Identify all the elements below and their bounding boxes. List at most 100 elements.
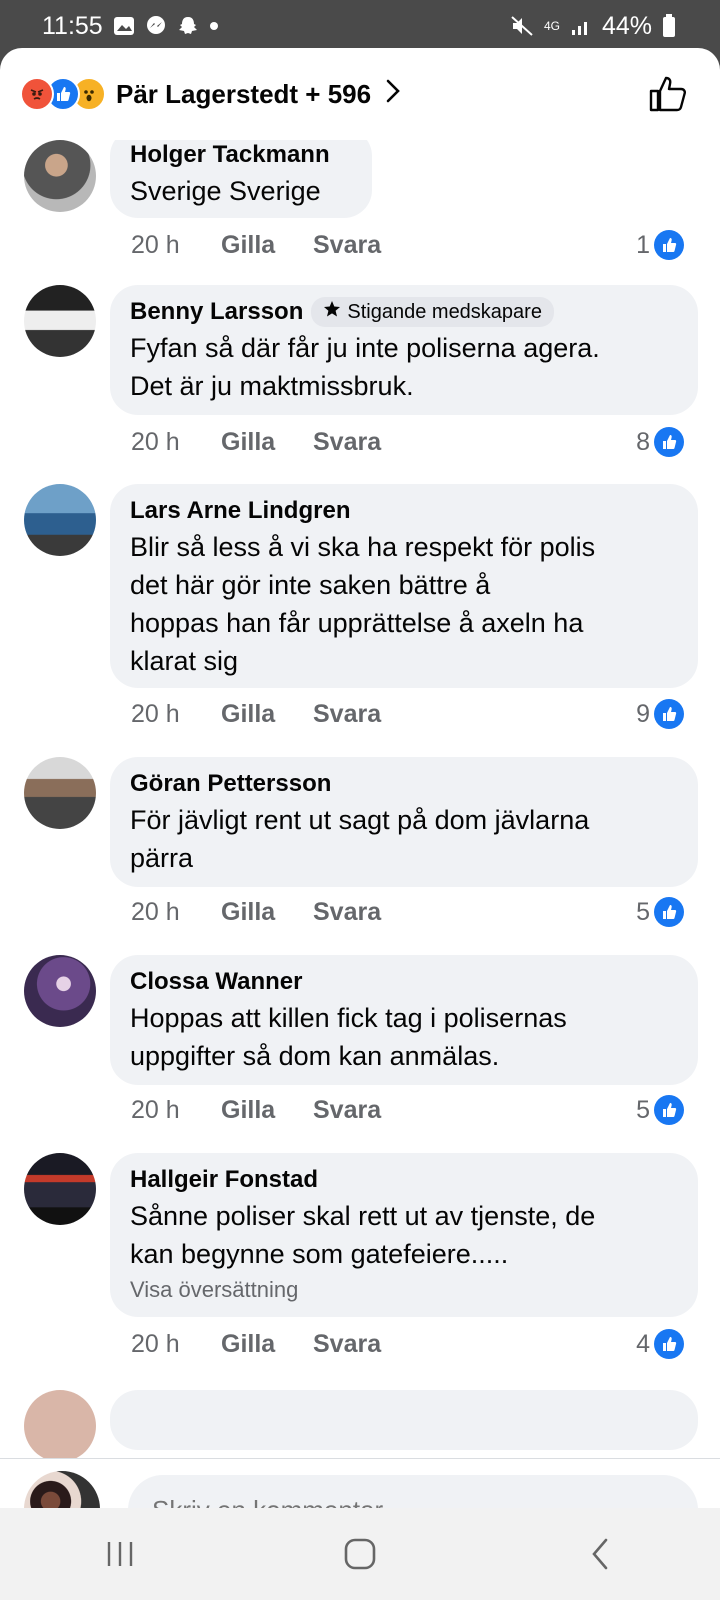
messenger-icon <box>145 15 167 37</box>
angry-reaction-icon <box>20 77 54 111</box>
comment-text: Hoppas att killen fick tag i polisernas … <box>130 999 678 1075</box>
comment-line: Sverige Sverige <box>130 176 321 206</box>
like-button[interactable]: Gilla <box>221 231 313 260</box>
chevron-right-icon <box>385 78 401 111</box>
comment-bubble[interactable]: Göran Pettersson För jävligt rent ut sag… <box>110 757 698 887</box>
reply-button[interactable]: Svara <box>313 898 381 927</box>
comment-item: Benny Larsson Stigande medskapare Fyfan … <box>0 285 720 465</box>
avatar[interactable] <box>24 757 96 829</box>
like-count-value: 4 <box>636 1329 650 1358</box>
snapchat-icon <box>177 15 199 37</box>
like-icon <box>654 1329 684 1359</box>
reply-button[interactable]: Svara <box>313 1096 381 1125</box>
comments-sheet: Pär Lagerstedt + 596 Holger Tackmann Sve… <box>0 48 720 1508</box>
author-name[interactable]: Hallgeir Fonstad <box>130 1163 318 1197</box>
like-count[interactable]: 4 <box>636 1329 684 1359</box>
status-bar: 11:55 4G 44% <box>0 0 720 52</box>
comment-text: Blir så less å vi ska ha respekt för pol… <box>130 528 678 680</box>
reply-button[interactable]: Svara <box>313 1330 381 1359</box>
reply-button[interactable]: Svara <box>313 700 381 729</box>
comment-time: 20 h <box>131 897 180 926</box>
reply-button[interactable]: Svara <box>313 231 381 260</box>
like-icon <box>654 427 684 457</box>
comment-bubble[interactable]: Hallgeir Fonstad Sånne poliser skal rett… <box>110 1153 698 1317</box>
like-count[interactable]: 8 <box>636 427 684 457</box>
comment-author[interactable]: Clossa Wanner <box>130 965 678 999</box>
like-count[interactable]: 5 <box>636 1095 684 1125</box>
comment-line: hoppas han får upprättelse å axeln ha <box>130 608 584 638</box>
like-button[interactable]: Gilla <box>221 1096 313 1125</box>
like-button[interactable]: Gilla <box>221 898 313 927</box>
reaction-summary[interactable] <box>20 77 106 111</box>
user-avatar[interactable] <box>24 1471 100 1508</box>
like-count[interactable]: 5 <box>636 897 684 927</box>
system-navigation-bar <box>0 1508 720 1600</box>
reactions-header: Pär Lagerstedt + 596 <box>0 48 720 140</box>
comment-line: Hoppas att killen fick tag i polisernas <box>130 1003 567 1033</box>
author-name[interactable]: Lars Arne Lindgren <box>130 494 350 528</box>
comment-line: kan begynne som gatefeiere..... <box>130 1239 509 1269</box>
comment-time: 20 h <box>131 699 180 728</box>
battery-icon <box>662 14 676 38</box>
avatar[interactable] <box>24 1390 96 1458</box>
like-icon <box>654 699 684 729</box>
avatar[interactable] <box>24 1153 96 1225</box>
avatar[interactable] <box>24 285 96 357</box>
avatar[interactable] <box>24 140 96 212</box>
comment-author[interactable]: Hallgeir Fonstad <box>130 1163 678 1197</box>
comment-text: För jävligt rent ut sagt på dom jävlarna… <box>130 801 678 877</box>
dot-icon <box>209 21 219 31</box>
comment-bubble[interactable]: Holger Tackmann Sverige Sverige <box>110 140 372 218</box>
home-icon[interactable] <box>330 1524 390 1584</box>
avatar[interactable] <box>24 955 96 1027</box>
comment-author[interactable]: Holger Tackmann <box>130 140 352 172</box>
like-button[interactable]: Gilla <box>221 700 313 729</box>
author-name[interactable]: Göran Pettersson <box>130 767 331 801</box>
comment-item: Lars Arne Lindgren Blir så less å vi ska… <box>0 484 720 734</box>
like-icon <box>654 1095 684 1125</box>
see-translation-link[interactable]: Visa översättning <box>130 1275 678 1305</box>
comment-author[interactable]: Lars Arne Lindgren <box>130 494 678 528</box>
comment-meta: 20 h Gilla Svara 9 <box>131 697 684 731</box>
reactors-link[interactable]: Pär Lagerstedt + 596 <box>116 78 401 111</box>
thumbs-up-outline-icon[interactable] <box>646 72 690 116</box>
avatar[interactable] <box>24 484 96 556</box>
back-icon[interactable] <box>570 1524 630 1584</box>
author-name[interactable]: Benny Larsson <box>130 295 303 329</box>
network-label: 4G <box>543 19 560 33</box>
comment-line: Blir så less å vi ska ha respekt för pol… <box>130 532 596 562</box>
reactors-label: Pär Lagerstedt + 596 <box>116 78 372 109</box>
comment-line: det här gör inte saken bättre å <box>130 570 491 600</box>
contributor-badge[interactable]: Stigande medskapare <box>311 297 554 327</box>
comment-bubble[interactable]: Benny Larsson Stigande medskapare Fyfan … <box>110 285 698 415</box>
comment-time: 20 h <box>131 1329 180 1358</box>
author-name[interactable]: Holger Tackmann <box>130 140 330 172</box>
comment-input[interactable] <box>128 1475 698 1508</box>
recent-apps-icon[interactable] <box>90 1524 150 1584</box>
comment-text: Fyfan så där får ju inte poliserna agera… <box>130 329 678 405</box>
comment-line: Det är ju maktmissbruk. <box>130 371 414 401</box>
like-count-value: 5 <box>636 897 650 926</box>
like-button[interactable]: Gilla <box>221 428 313 457</box>
comment-meta: 20 h Gilla Svara 5 <box>131 895 684 929</box>
comment-author[interactable]: Göran Pettersson <box>130 767 678 801</box>
like-count[interactable]: 9 <box>636 699 684 729</box>
like-count[interactable]: 1 <box>636 230 684 260</box>
battery-percent: 44% <box>601 11 652 40</box>
gallery-icon <box>113 16 135 36</box>
like-count-value: 5 <box>636 1095 650 1124</box>
comment-line: Fyfan så där får ju inte poliserna agera… <box>130 333 600 363</box>
like-count-value: 1 <box>636 230 650 259</box>
comment-bubble[interactable]: Clossa Wanner Hoppas att killen fick tag… <box>110 955 698 1085</box>
comment-author[interactable]: Benny Larsson Stigande medskapare <box>130 295 678 329</box>
comment-bubble[interactable] <box>110 1390 698 1450</box>
comment-time: 20 h <box>131 427 180 456</box>
reply-button[interactable]: Svara <box>313 428 381 457</box>
comment-bubble[interactable]: Lars Arne Lindgren Blir så less å vi ska… <box>110 484 698 688</box>
comment-meta: 20 h Gilla Svara 5 <box>131 1093 684 1127</box>
author-name[interactable]: Clossa Wanner <box>130 965 303 999</box>
comment-line: klarat sig <box>130 646 239 676</box>
like-button[interactable]: Gilla <box>221 1330 313 1359</box>
comment-line: Sånne poliser skal rett ut av tjenste, d… <box>130 1201 596 1231</box>
comment-meta: 20 h Gilla Svara 4 <box>131 1327 684 1361</box>
